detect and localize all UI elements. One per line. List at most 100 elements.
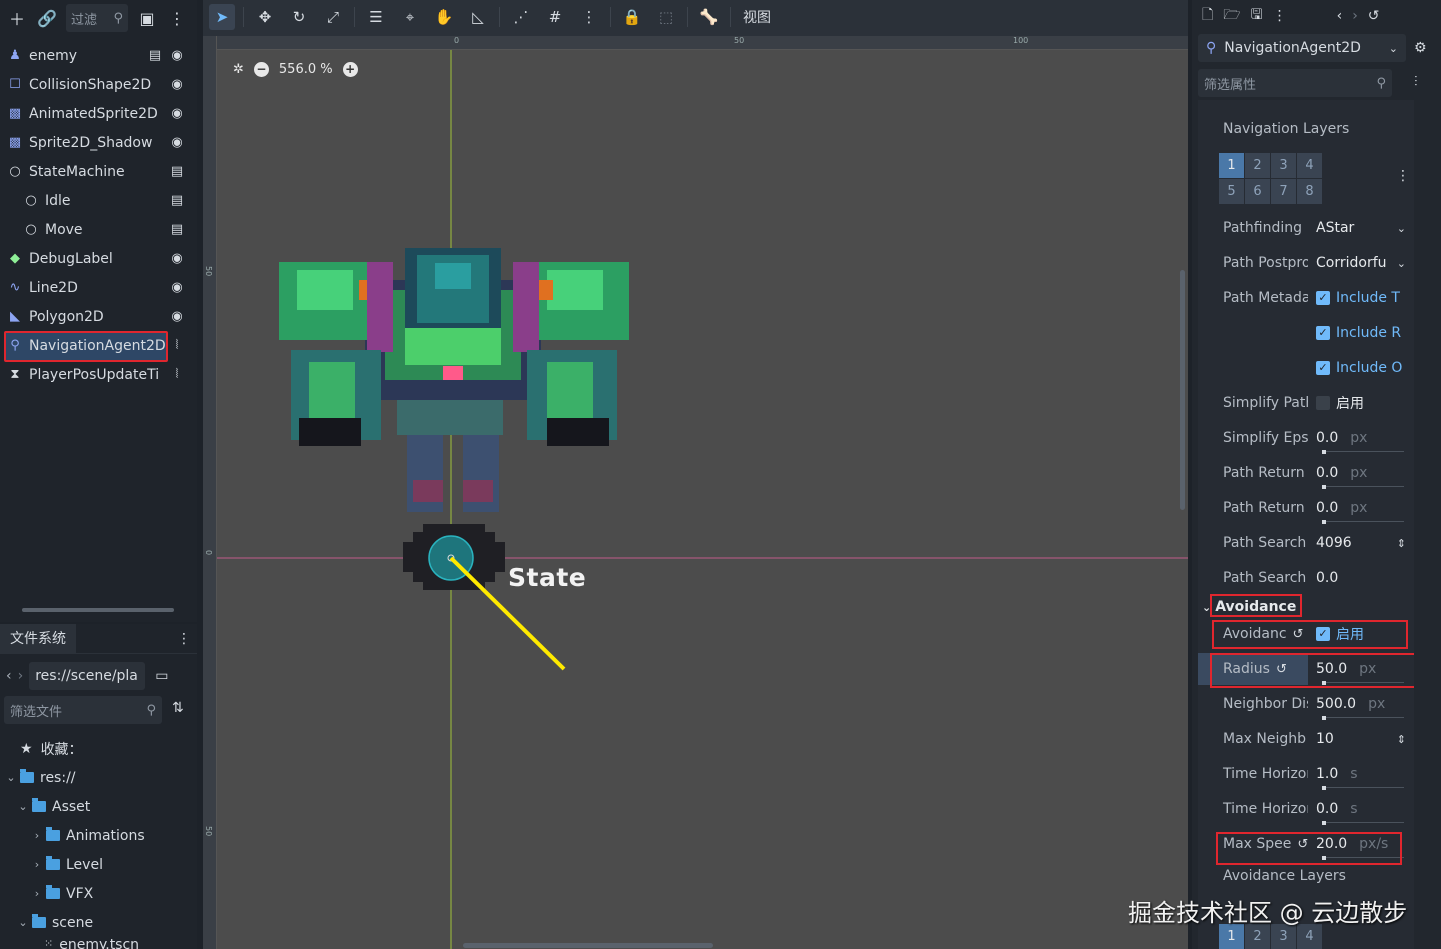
attach-script-icon[interactable]: ▣ <box>136 7 158 29</box>
bone-tool-icon[interactable]: 🦴 <box>696 4 722 30</box>
tree-node-debuglabel[interactable]: ◆ DebugLabel ◉ <box>0 244 197 273</box>
slider-grabber[interactable] <box>1322 716 1326 720</box>
ruler-tool-icon[interactable]: ◺ <box>465 4 491 30</box>
tree-node-collisionshape2d[interactable]: ☐ CollisionShape2D ◉ <box>0 70 197 99</box>
node-config-icon[interactable]: ⚙ <box>1414 40 1427 56</box>
prop-path-postprocessing[interactable]: Path Postpro Corridorfu ⌄ <box>1198 247 1414 279</box>
viewport-canvas[interactable] <box>217 50 1188 949</box>
viewport-vscrollbar[interactable] <box>1180 270 1185 510</box>
layer-toggle[interactable]: 7 <box>1271 179 1296 204</box>
spinner-icon[interactable]: ⇕ <box>1397 537 1406 550</box>
layer-toggle[interactable]: 1 <box>1219 153 1244 178</box>
fs-folder-level[interactable]: › Level <box>4 850 194 879</box>
save-icon[interactable]: 🖫 <box>1251 4 1263 28</box>
lock-icon[interactable]: 🔒 <box>619 4 645 30</box>
grid-snap-icon[interactable]: # <box>542 4 568 30</box>
move-tool-icon[interactable]: ✥ <box>252 4 278 30</box>
script-icon[interactable]: ▤ <box>167 193 187 208</box>
menu-dots-icon[interactable]: ⋮ <box>177 631 191 647</box>
prop-path-return-1[interactable]: Path Return 0.0 px <box>1198 457 1414 489</box>
ruler-vertical[interactable]: 50 0 50 <box>203 36 217 949</box>
prop-max-neighbors[interactable]: Max Neighb 10 ⇕ <box>1198 723 1414 755</box>
fs-root[interactable]: ⌄ res:// <box>4 763 194 792</box>
spinner-icon[interactable]: ⇕ <box>1397 733 1406 746</box>
tree-node-animatedsprite2d[interactable]: ▩ AnimatedSprite2D ◉ <box>0 99 197 128</box>
fs-path-input[interactable]: res://scene/pla <box>29 662 146 690</box>
viewport-hscrollbar[interactable] <box>463 943 713 948</box>
link-icon[interactable]: 🔗 <box>36 7 58 29</box>
smart-snap-icon[interactable]: ⋰ <box>508 4 534 30</box>
menu-dots-icon[interactable]: ⋮ <box>1273 8 1287 24</box>
layer-toggle[interactable]: 5 <box>1219 179 1244 204</box>
visibility-icon[interactable]: ◉ <box>167 135 187 150</box>
visibility-icon[interactable]: ◉ <box>167 77 187 92</box>
zoom-out-icon[interactable]: − <box>253 62 269 77</box>
prop-simplify-epsilon[interactable]: Simplify Epsil 0.0 px <box>1198 422 1414 454</box>
history-icon[interactable]: ↺ <box>1368 8 1380 24</box>
back-icon[interactable]: ‹ <box>6 668 12 684</box>
slider-grabber[interactable] <box>1322 485 1326 489</box>
zoom-level[interactable]: 556.0 % <box>279 62 333 77</box>
visibility-icon[interactable]: ◉ <box>167 309 187 324</box>
visibility-icon[interactable]: ◉ <box>167 106 187 121</box>
prop-neighbor-distance[interactable]: Neighbor Dis 500.0 px <box>1198 688 1414 720</box>
prop-path-search-2[interactable]: Path Search 0.0 <box>1198 562 1414 594</box>
open-folder-icon[interactable]: 🗁 <box>1223 4 1240 28</box>
zoom-in-icon[interactable]: + <box>342 62 358 77</box>
layer-toggle[interactable]: 8 <box>1297 179 1322 204</box>
fs-folder-vfx[interactable]: › VFX <box>4 879 194 908</box>
tree-node-move[interactable]: ○ Move ▤ <box>0 215 197 244</box>
tree-node-sprite2d-shadow[interactable]: ▩ Sprite2D_Shadow ◉ <box>0 128 197 157</box>
filter-settings-icon[interactable]: ⫶ <box>1414 74 1418 90</box>
prop-simplify-path[interactable]: Simplify Path 启用 <box>1198 387 1414 419</box>
prop-include-o[interactable]: ✓ Include O <box>1198 352 1414 384</box>
signal-icon[interactable]: ⦚ <box>167 367 187 382</box>
script-icon[interactable]: ▤ <box>167 164 187 179</box>
select-tool-icon[interactable]: ➤ <box>209 4 235 30</box>
visibility-icon[interactable]: ◉ <box>167 251 187 266</box>
script-icon[interactable]: ▤ <box>167 222 187 237</box>
prop-time-horizon-obstacles[interactable]: Time Horizon 0.0 s <box>1198 793 1414 825</box>
menu-dots-icon[interactable]: ⋮ <box>166 7 188 29</box>
inspector-node-selector[interactable]: ⚲ NavigationAgent2D ⌄ <box>1198 34 1406 62</box>
inspector-filter-input[interactable]: 筛选属性 ⚲ <box>1198 69 1392 97</box>
center-view-icon[interactable]: ✲ <box>233 62 244 77</box>
layers-menu-icon[interactable]: ⋮ <box>1396 168 1410 184</box>
tree-node-polygon2d[interactable]: ◣ Polygon2D ◉ <box>0 302 197 331</box>
slider-grabber[interactable] <box>1322 450 1326 454</box>
tree-node-line2d[interactable]: ∿ Line2D ◉ <box>0 273 197 302</box>
visibility-icon[interactable]: ◉ <box>167 280 187 295</box>
view-menu[interactable]: 视图 <box>743 7 771 27</box>
fs-folder-animations[interactable]: › Animations <box>4 821 194 850</box>
layer-toggle[interactable]: 6 <box>1245 179 1270 204</box>
checkbox-unchecked[interactable] <box>1316 396 1330 410</box>
new-resource-icon[interactable]: 🗋 <box>1202 4 1213 28</box>
group-icon[interactable]: ⬚ <box>653 4 679 30</box>
layer-toggle[interactable]: 2 <box>1245 153 1270 178</box>
script-icon[interactable]: ▤ <box>145 48 165 63</box>
slider-grabber[interactable] <box>1322 786 1326 790</box>
prop-path-metadata[interactable]: Path Metada ✓ Include T <box>1198 282 1414 314</box>
prop-path-search-1[interactable]: Path Search 4096 ⇕ <box>1198 527 1414 559</box>
checkbox-checked[interactable]: ✓ <box>1316 326 1330 340</box>
fs-folder-asset[interactable]: ⌄ Asset <box>4 792 194 821</box>
ruler-horizontal[interactable]: 0 50 100 <box>203 36 1188 50</box>
rotate-tool-icon[interactable]: ↻ <box>286 4 312 30</box>
tree-node-idle[interactable]: ○ Idle ▤ <box>0 186 197 215</box>
checkbox-checked[interactable]: ✓ <box>1316 291 1330 305</box>
visibility-icon[interactable]: ◉ <box>167 48 187 63</box>
pan-tool-icon[interactable]: ✋ <box>431 4 457 30</box>
menu-dots-icon[interactable]: ⋮ <box>576 4 602 30</box>
prop-time-horizon-agents[interactable]: Time Horizon 1.0 s <box>1198 758 1414 790</box>
fs-search-input[interactable]: 筛选文件 ⚲ <box>4 696 162 724</box>
slider-grabber[interactable] <box>1322 821 1326 825</box>
fs-folder-scene[interactable]: ⌄ scene <box>4 908 194 937</box>
history-back-icon[interactable]: ‹ <box>1337 8 1343 24</box>
layer-toggle[interactable]: 4 <box>1297 153 1322 178</box>
sort-icon[interactable]: ⇅ <box>172 700 184 716</box>
scale-tool-icon[interactable]: ⤢ <box>320 4 346 30</box>
tree-node-enemy[interactable]: ♟ enemy ▤ ◉ <box>0 41 197 70</box>
list-select-icon[interactable]: ☰ <box>363 4 389 30</box>
tree-node-playerposupdatetimer[interactable]: ⧗ PlayerPosUpdateTi ⦚ <box>0 360 197 389</box>
prop-include-r[interactable]: ✓ Include R <box>1198 317 1414 349</box>
